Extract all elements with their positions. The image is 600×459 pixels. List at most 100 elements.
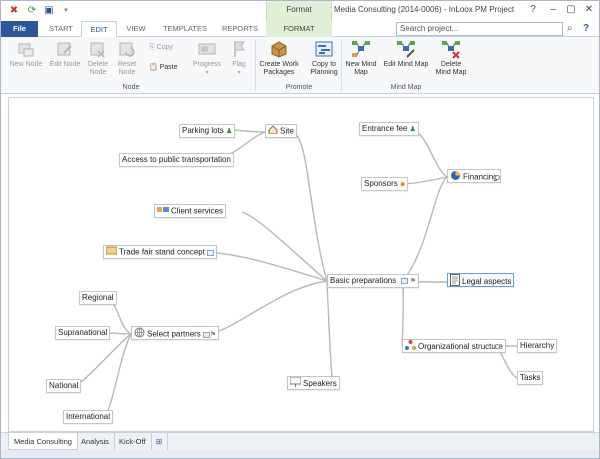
reset-node-label: Reset Node (117, 61, 137, 76)
node-sponsors[interactable]: Sponsors ◆ (361, 177, 409, 191)
node-tasks[interactable]: Tasks (517, 371, 544, 385)
customize-quick-access-icon[interactable]: ▾ (59, 4, 73, 18)
delete-node-icon (90, 42, 105, 58)
package-icon (271, 41, 287, 58)
expand-collapse-handle[interactable] (495, 344, 500, 349)
mind-map-canvas[interactable]: Basic preparations ⚑ Site Parking lots ♟… (8, 97, 594, 432)
note-icon (400, 277, 408, 284)
reset-node-button[interactable]: Reset Node (113, 39, 141, 77)
node-national-label: National (49, 381, 79, 390)
copy-to-planning-button[interactable]: Copy to Planning (306, 39, 342, 77)
title-bar: ✖ ⟳ ▣ ▾ Format Media Consulting (2014-00… (1, 1, 599, 21)
window-title: Media Consulting (2014-0006) - InLoox PM… (334, 5, 515, 14)
new-mind-map-button[interactable]: New Mind Map (344, 39, 378, 77)
node-financing[interactable]: Financing (447, 169, 501, 183)
tab-media-consulting[interactable]: Media Consulting (8, 433, 78, 450)
node-speakers[interactable]: Speakers (287, 376, 340, 390)
node-regional-label: Regional (82, 293, 114, 302)
node-national[interactable]: National (46, 379, 82, 393)
tab-kick-off[interactable]: Kick-Off (114, 433, 152, 450)
tab-reports[interactable]: REPORTS (217, 21, 263, 37)
mind-map-group-label: Mind Map (390, 84, 422, 91)
flag-label: Flag (232, 61, 246, 68)
flag-icon (234, 41, 245, 57)
node-trade-fair[interactable]: Trade fair stand concept (103, 245, 217, 259)
maximize-button[interactable]: ▢ (561, 3, 581, 18)
tab-templates[interactable]: TEMPLATES (157, 21, 213, 37)
pie-chart-icon (450, 170, 461, 185)
connector-org (401, 280, 404, 347)
promote-group-label: Promote (285, 84, 313, 91)
help-icon[interactable]: ? (583, 22, 595, 35)
new-node-icon (18, 43, 34, 57)
node-access-label: Access to public transportation (122, 155, 231, 164)
search-input[interactable]: Search project... (396, 22, 563, 36)
new-node-button[interactable]: New Node (7, 39, 45, 69)
node-hierarchy-label: Hierarchy (520, 341, 555, 350)
node-entrance-fee-label: Entrance fee (362, 124, 408, 133)
stand-icon (105, 246, 118, 259)
node-select-partners[interactable]: Select partners ⚑ (131, 326, 220, 340)
edit-node-button[interactable]: Edit Node (47, 39, 83, 69)
app-window: ✖ ⟳ ▣ ▾ Format Media Consulting (2014-00… (0, 0, 600, 459)
help-button[interactable]: ? (523, 3, 543, 18)
progress-icon (198, 43, 216, 55)
context-tab-header: Format (266, 1, 332, 21)
node-supranational-label: Supranational (58, 328, 108, 337)
node-financing-label: Financing (463, 172, 498, 182)
node-select-partners-label: Select partners (147, 329, 201, 339)
add-mind-map-tab-icon[interactable]: ⊞ (151, 433, 169, 450)
connector-site (292, 131, 328, 282)
paste-icon: 📋 (149, 64, 158, 71)
node-access[interactable]: Access to public transportation (119, 153, 234, 167)
node-organizational-structure[interactable]: Organizational structure (402, 339, 506, 353)
tab-view[interactable]: VIEW (119, 21, 153, 37)
delete-mind-map-button[interactable]: Delete Mind Map (433, 39, 469, 77)
node-parking-label: Parking lots (182, 126, 224, 135)
node-supranational[interactable]: Supranational (55, 326, 111, 340)
tab-analysis[interactable]: Analysis (76, 433, 115, 450)
search-icon[interactable]: ⌕ (567, 22, 579, 35)
node-hierarchy[interactable]: Hierarchy (517, 339, 558, 353)
edit-mind-map-icon (397, 41, 415, 58)
paste-button[interactable]: 📋 Paste (149, 63, 178, 73)
delete-mind-map-label: Delete Mind Map (435, 61, 467, 76)
copy-button[interactable]: ⎘ Copy (149, 43, 173, 53)
tab-file[interactable]: File (1, 21, 38, 37)
minimize-button[interactable]: – (543, 3, 563, 18)
center-node-label: Basic preparations (330, 276, 397, 285)
progress-button[interactable]: Progress ▾ (189, 39, 225, 77)
node-sponsors-label: Sponsors (364, 179, 398, 188)
ribbon-separator (255, 41, 256, 91)
document-icon (450, 274, 460, 290)
new-mind-map-icon (352, 41, 370, 57)
house-icon (268, 125, 278, 138)
edit-mind-map-button[interactable]: Edit Mind Map (383, 39, 429, 69)
tab-start[interactable]: START (40, 21, 82, 37)
ribbon-panel: New Node Edit Node Delete Node Reset Nod… (1, 37, 599, 94)
delete-node-button[interactable]: Delete Node (85, 39, 111, 77)
progress-dropdown-icon: ▾ (205, 70, 209, 76)
node-entrance-fee[interactable]: Entrance fee ♟ (359, 122, 419, 136)
refresh-icon[interactable]: ⟳ (25, 4, 39, 18)
node-site[interactable]: Site (265, 124, 297, 138)
copy-label: Copy (156, 44, 173, 51)
tab-edit[interactable]: EDIT (81, 21, 117, 38)
node-parking[interactable]: Parking lots ♟ (179, 124, 236, 138)
center-node[interactable]: Basic preparations ⚑ (327, 274, 420, 288)
save-icon[interactable]: ▣ (42, 4, 56, 18)
node-international[interactable]: International (63, 410, 114, 424)
node-regional[interactable]: Regional (79, 291, 117, 305)
note-icon (202, 331, 210, 338)
create-work-packages-button[interactable]: Create Work Packages (258, 39, 300, 77)
tab-format[interactable]: FORMAT (266, 21, 332, 37)
node-group-label: Node (122, 84, 140, 91)
close-button[interactable]: ✕ (579, 3, 599, 18)
flag-button[interactable]: Flag ▾ (227, 39, 251, 77)
node-client-services-label: Client services (171, 206, 224, 216)
node-legal-aspects[interactable]: Legal aspects (447, 273, 515, 290)
node-international-label: International (66, 412, 111, 421)
expand-collapse-handle[interactable] (495, 175, 500, 180)
delete-node-label: Delete Node (87, 61, 109, 76)
node-client-services[interactable]: Client services (154, 204, 227, 218)
